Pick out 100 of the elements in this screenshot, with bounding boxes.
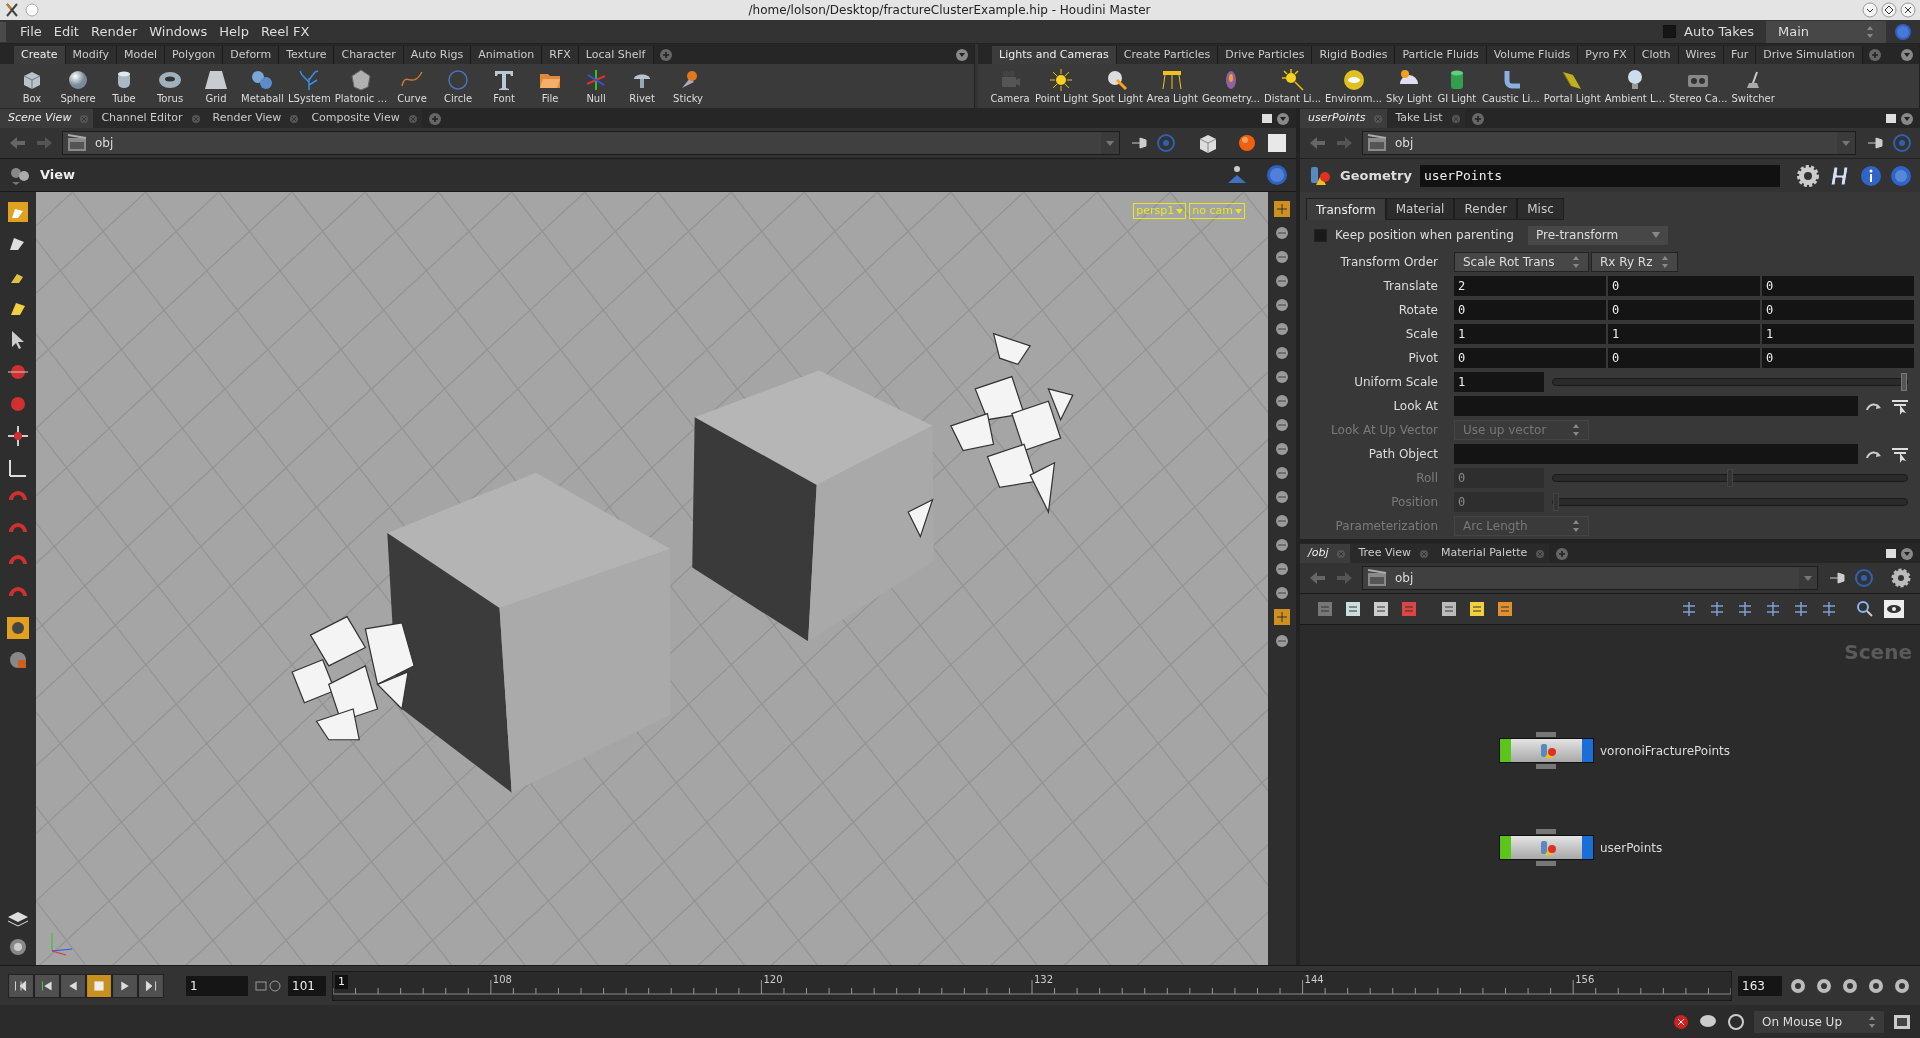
arrows-icon[interactable] — [6, 424, 30, 448]
shelf-tool-button[interactable]: Curve — [390, 67, 435, 105]
number-field[interactable]: 0 — [1762, 276, 1914, 296]
align-icon[interactable] — [1736, 600, 1754, 618]
shelf-tool-button[interactable]: Platonic ... — [333, 67, 389, 105]
tree-icon[interactable] — [1316, 600, 1334, 618]
menu-item[interactable]: Render — [84, 21, 144, 42]
pane-tab[interactable]: Render View — [204, 109, 304, 128]
path-field[interactable]: obj — [62, 131, 1120, 155]
pane-tab[interactable]: /obj — [1300, 544, 1351, 563]
pane-tab[interactable]: Take List — [1387, 109, 1465, 128]
align-icon[interactable] — [1708, 600, 1726, 618]
number-field[interactable]: 0 — [1608, 348, 1760, 368]
shelf-tab[interactable]: RFX — [542, 46, 579, 64]
help-icon[interactable] — [1890, 164, 1912, 187]
add-tab-icon[interactable] — [1866, 46, 1883, 64]
end-frame-field[interactable]: 163 — [1738, 975, 1782, 996]
shelf-tool-button[interactable]: Sky Light — [1385, 67, 1433, 105]
shelf-tool-button[interactable]: Camera — [988, 67, 1032, 105]
shelf-tool-button[interactable]: Environm... — [1324, 67, 1384, 105]
shelf-tool-button[interactable]: Distant Li... — [1263, 67, 1323, 105]
parameter-tab[interactable]: Misc — [1517, 198, 1564, 220]
sticky-note-icon[interactable] — [1468, 600, 1486, 618]
align-icon[interactable] — [1680, 600, 1698, 618]
dropdown-menu[interactable]: Rx Ry Rz — [1591, 252, 1678, 272]
start-frame-field[interactable]: 101 — [288, 975, 326, 996]
keep-position-checkbox[interactable] — [1314, 228, 1327, 242]
shelf-tool-button[interactable]: Caustic Li... — [1480, 67, 1541, 105]
timeline-bar[interactable]: 1 108 120 132 144 156 — [332, 970, 1732, 1001]
input-connector[interactable] — [1536, 829, 1556, 834]
current-frame-marker[interactable]: 1 — [335, 974, 348, 989]
shelf-tab[interactable]: Drive Particles — [1218, 46, 1313, 64]
number-field[interactable]: 0 — [1762, 300, 1914, 320]
shelf-tool-button[interactable]: Rivet — [620, 67, 665, 105]
grid-view-icon[interactable] — [1372, 600, 1390, 618]
number-field[interactable]: 0 — [1608, 276, 1760, 296]
shelf-tool-button[interactable]: File — [528, 67, 573, 105]
first-frame-icon[interactable] — [8, 973, 34, 998]
number-field[interactable]: 0 — [1454, 348, 1606, 368]
shelf-tool-button[interactable]: Geometry... — [1201, 67, 1261, 105]
list-icon[interactable] — [1344, 600, 1362, 618]
shelf-tool-button[interactable]: Sticky — [666, 67, 711, 105]
shelf-tab[interactable]: Create — [14, 46, 66, 64]
refresh-icon[interactable] — [1726, 1012, 1746, 1031]
shelf-tab[interactable]: Character — [334, 46, 404, 64]
number-field[interactable]: 1 — [1762, 324, 1914, 344]
shelf-tool-button[interactable]: Torus — [148, 67, 192, 105]
shelf-tab[interactable]: Wires — [1678, 46, 1724, 64]
menu-item[interactable]: Reel FX — [254, 21, 316, 42]
number-field[interactable]: 0 — [1762, 348, 1914, 368]
minimize-button[interactable] — [1862, 2, 1878, 18]
shelf-tab[interactable]: Create Particles — [1116, 46, 1219, 64]
shelf-tool-button[interactable]: Stereo Ca... — [1668, 67, 1729, 105]
pane-tab[interactable]: userPoints — [1300, 109, 1388, 128]
number-field[interactable]: 0 — [1608, 300, 1760, 320]
shelf-tab[interactable]: Particle Fluids — [1395, 46, 1487, 64]
pane-handle[interactable] — [0, 21, 6, 42]
pointer-icon[interactable] — [1890, 445, 1910, 463]
shelf-tab[interactable]: Lights and Cameras — [992, 46, 1117, 64]
shelf-tab[interactable]: Fur — [1724, 46, 1757, 64]
add-tab-icon[interactable] — [657, 46, 674, 64]
stop-icon[interactable] — [86, 973, 112, 998]
play-reverse-icon[interactable] — [60, 973, 86, 998]
search-icon[interactable] — [1856, 600, 1874, 618]
shelf-tool-button[interactable]: GI Light — [1434, 67, 1479, 105]
shelf-tab[interactable]: Cloth — [1634, 46, 1679, 64]
number-field[interactable]: 1 — [1454, 372, 1544, 392]
update-mode-dropdown[interactable]: On Mouse Up — [1754, 1010, 1884, 1033]
geometry-node-icon[interactable] — [1308, 164, 1332, 187]
shelf-tab[interactable]: Model — [117, 46, 166, 64]
shelf-tool-button[interactable]: Null — [574, 67, 619, 105]
shelf-tab[interactable]: Local Shelf — [578, 46, 654, 64]
play-icon[interactable] — [112, 973, 138, 998]
shelf-tool-button[interactable]: Ambient L... — [1603, 67, 1667, 105]
shelf-tool-button[interactable]: Metaball — [240, 67, 285, 105]
shelf-tool-button[interactable]: Point Light — [1034, 67, 1089, 105]
maximize-button[interactable] — [1881, 2, 1897, 18]
align-icon[interactable] — [1764, 600, 1782, 618]
close-button[interactable] — [1900, 2, 1916, 18]
path-input-field[interactable] — [1454, 396, 1858, 416]
shelf-tool-button[interactable]: Portal Light — [1542, 67, 1602, 105]
parameter-tab[interactable]: Material — [1385, 198, 1455, 220]
shelf-tab[interactable]: Rigid Bodies — [1312, 46, 1396, 64]
current-frame-field[interactable]: 1 — [186, 975, 248, 996]
menu-item[interactable]: Edit — [47, 21, 85, 42]
shelf-tab[interactable]: Texture — [279, 46, 335, 64]
shelf-tool-button[interactable]: Box — [10, 67, 54, 105]
menu-item[interactable]: Windows — [143, 21, 214, 42]
node-name-field[interactable]: userPoints — [1419, 164, 1780, 187]
pane-tab[interactable]: Channel Editor — [93, 109, 205, 128]
dropdown-menu[interactable]: Scale Rot Trans — [1454, 252, 1589, 272]
pane-tab[interactable]: Tree View — [1350, 544, 1433, 563]
color-palette-icon[interactable] — [1400, 600, 1418, 618]
shelf-tool-button[interactable]: LSystem — [286, 67, 332, 105]
path-input-field[interactable] — [1454, 444, 1858, 464]
number-field[interactable]: 2 — [1454, 276, 1606, 296]
last-frame-icon[interactable] — [138, 973, 164, 998]
take-dropdown[interactable]: Main — [1766, 20, 1886, 43]
shelf-tab[interactable]: Polygon — [165, 46, 224, 64]
pre-transform-dropdown[interactable]: Pre-transform — [1528, 225, 1668, 245]
